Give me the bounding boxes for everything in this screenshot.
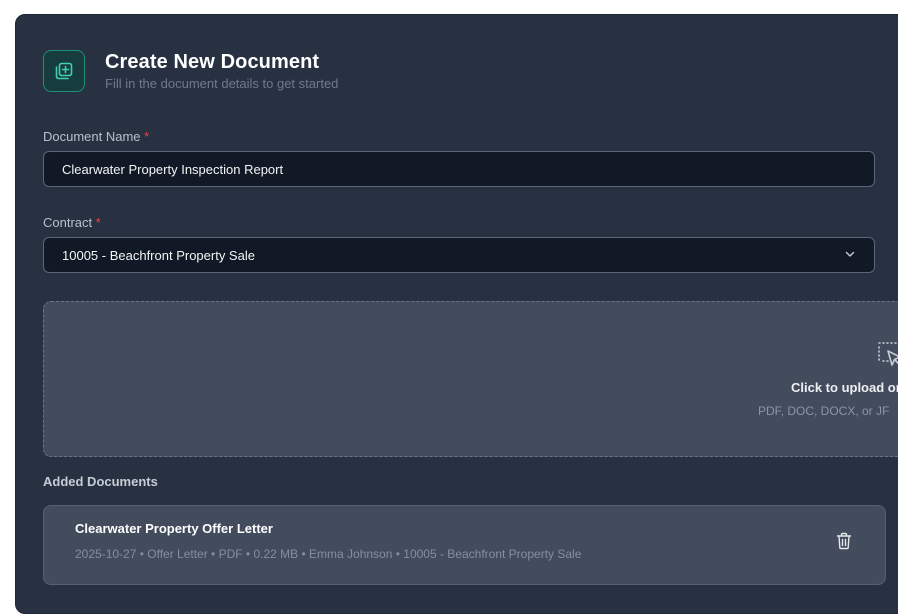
document-card: Clearwater Property Offer Letter 2025-10… [43, 505, 886, 585]
upload-instruction: Click to upload or [791, 380, 898, 395]
file-dropzone[interactable]: Click to upload or PDF, DOC, DOCX, or JF [43, 301, 898, 457]
document-name-input[interactable]: Clearwater Property Inspection Report [43, 151, 875, 187]
contract-selected-value: 10005 - Beachfront Property Sale [62, 247, 255, 263]
required-mark: * [95, 215, 101, 230]
add-document-icon [43, 50, 85, 92]
page-subtitle: Fill in the document details to get star… [105, 76, 339, 91]
document-name-label-text: Document Name [43, 129, 141, 144]
document-name-label: Document Name * [43, 129, 149, 144]
contract-label-text: Contract [43, 215, 93, 230]
document-name-value: Clearwater Property Inspection Report [62, 161, 284, 177]
chevron-down-icon [844, 248, 856, 263]
added-documents-title: Added Documents [43, 474, 158, 489]
page-title: Create New Document [105, 51, 320, 73]
upload-file-types: PDF, DOC, DOCX, or JF [758, 404, 890, 418]
contract-select[interactable]: 10005 - Beachfront Property Sale [43, 237, 875, 273]
required-mark: * [144, 129, 150, 144]
document-card-meta: 2025-10-27 • Offer Letter • PDF • 0.22 M… [75, 547, 582, 561]
create-document-panel: Create New Document Fill in the document… [15, 14, 898, 614]
upload-cursor-icon [876, 340, 898, 370]
document-card-title: Clearwater Property Offer Letter [75, 521, 273, 536]
contract-label: Contract * [43, 215, 101, 230]
trash-icon[interactable] [836, 532, 852, 550]
